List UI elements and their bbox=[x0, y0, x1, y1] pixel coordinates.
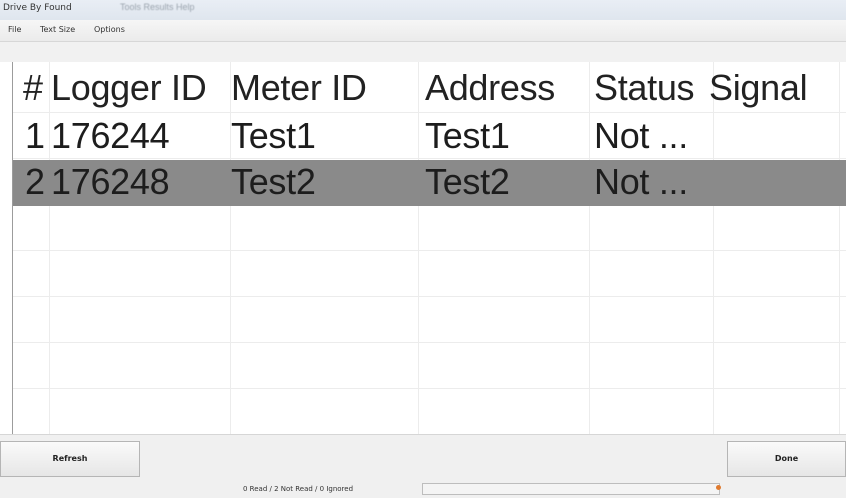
menu-options[interactable]: Options bbox=[94, 25, 125, 34]
menu-bar: File Text Size Options bbox=[0, 20, 846, 42]
cell-meter-id: Test1 bbox=[231, 115, 316, 156]
column-header-address[interactable]: Address bbox=[425, 62, 555, 116]
cell-logger-id: 176248 bbox=[51, 161, 170, 202]
window-title: Drive By Found bbox=[3, 3, 72, 13]
column-header-meter-id[interactable]: Meter ID bbox=[231, 62, 367, 116]
cell-logger-id: 176244 bbox=[51, 115, 170, 156]
table-row[interactable]: 1 176244 Test1 Test1 Not ... bbox=[13, 114, 846, 160]
menu-text-size[interactable]: Text Size bbox=[40, 25, 75, 34]
app-window: Drive By Found Tools Results Help File T… bbox=[0, 0, 846, 498]
cell-meter-id: Test2 bbox=[231, 161, 316, 202]
title-bar: Drive By Found Tools Results Help bbox=[0, 0, 846, 20]
grid-line bbox=[13, 250, 846, 251]
cell-status: Not ... bbox=[594, 115, 688, 156]
cell-status: Not ... bbox=[594, 161, 688, 202]
column-header-logger-id[interactable]: Logger ID bbox=[51, 62, 207, 116]
column-header-status[interactable]: Status bbox=[594, 62, 695, 116]
table-row-selected[interactable]: 2 176248 Test2 Test2 Not ... bbox=[13, 160, 846, 206]
progress-bar bbox=[422, 483, 720, 495]
grid-line bbox=[13, 342, 846, 343]
cell-number: 2 bbox=[25, 161, 45, 202]
grid-line bbox=[13, 296, 846, 297]
column-header-signal[interactable]: Signal bbox=[709, 62, 808, 116]
grid-left-margin bbox=[0, 62, 12, 434]
refresh-button[interactable]: Refresh bbox=[0, 441, 140, 477]
column-header-number[interactable]: # bbox=[23, 62, 43, 116]
logger-grid[interactable]: # Logger ID Meter ID Address Status Sign… bbox=[12, 62, 846, 434]
blurred-title-text: Tools Results Help bbox=[120, 2, 195, 12]
cell-address: Test2 bbox=[425, 161, 510, 202]
status-indicator-dot bbox=[716, 485, 721, 490]
grid-line bbox=[13, 388, 846, 389]
done-button[interactable]: Done bbox=[727, 441, 846, 477]
cell-address: Test1 bbox=[425, 115, 510, 156]
status-summary: 0 Read / 2 Not Read / 0 Ignored bbox=[243, 485, 354, 493]
menu-file[interactable]: File bbox=[8, 25, 21, 34]
cell-number: 1 bbox=[25, 115, 45, 156]
